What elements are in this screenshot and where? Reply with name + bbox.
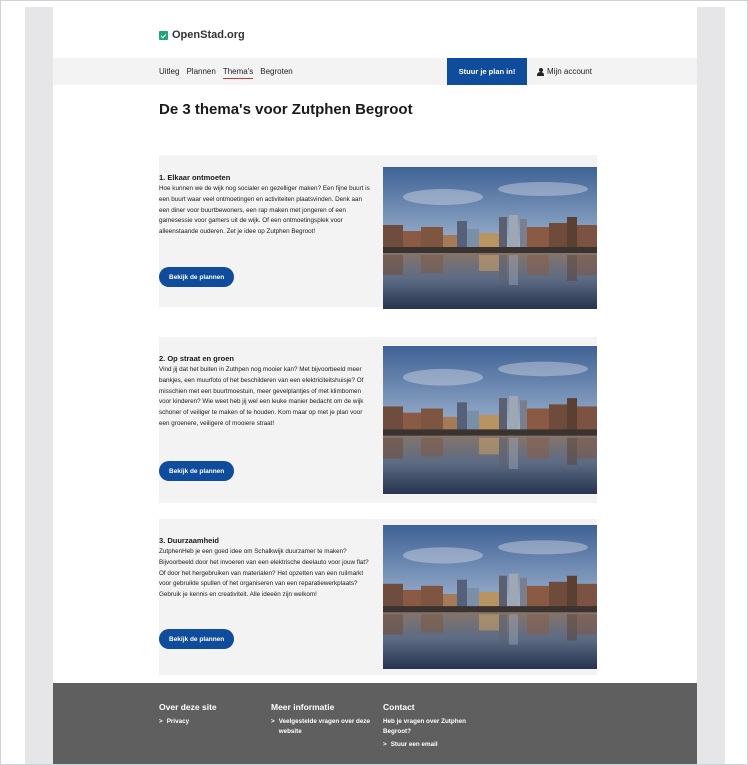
account-label: Mijn account xyxy=(547,67,592,76)
email-link[interactable]: > Stuur een email xyxy=(383,740,483,750)
theme-text: 3. Duurzaamheid ZutphenHeb je een goed i… xyxy=(159,536,373,601)
city-skyline-image xyxy=(383,167,597,309)
view-plans-button[interactable]: Bekijk de plannen xyxy=(159,629,235,649)
theme-description: ZutphenHeb je een goed idee om Schalkwij… xyxy=(159,548,369,599)
view-plans-button[interactable]: Bekijk de plannen xyxy=(159,267,235,287)
browser-frame: OpenStad.org Uitleg Plannen Thema's Begr… xyxy=(0,0,748,765)
footer-heading: Over deze site xyxy=(159,702,217,712)
chevron-right-icon: > xyxy=(383,741,387,748)
nav-link-plannen[interactable]: Plannen xyxy=(186,65,215,78)
city-skyline-image xyxy=(383,346,597,494)
contact-text: Heb je vragen over Zutphen Begroot? xyxy=(383,718,466,735)
theme-card-op-straat-en-groen: 2. Op straat en groen Vind jij dat het b… xyxy=(159,337,597,503)
nav-link-begroten[interactable]: Begroten xyxy=(260,65,292,78)
chevron-right-icon: > xyxy=(271,718,275,725)
nav-link-themas[interactable]: Thema's xyxy=(222,65,254,79)
faq-link[interactable]: > Veelgestelde vragen over deze website xyxy=(271,717,371,736)
theme-description: Hoe kunnen we de wijk nog socialer en ge… xyxy=(159,185,370,236)
theme-text: 1. Elkaar ontmoeten Hoe kunnen we de wij… xyxy=(159,173,373,238)
page-background: OpenStad.org Uitleg Plannen Thema's Begr… xyxy=(25,7,725,764)
theme-photo xyxy=(383,525,597,669)
footer-heading: Contact xyxy=(383,702,415,712)
submit-plan-button[interactable]: Stuur je plan in! xyxy=(447,58,527,85)
theme-description: Vind jij dat het buiten in Zuthpen nog m… xyxy=(159,366,364,427)
theme-text: 2. Op straat en groen Vind jij dat het b… xyxy=(159,354,373,430)
footer-about: Over deze site > Privacy xyxy=(159,702,259,727)
footer-contact: Contact Heb je vragen over Zutphen Begro… xyxy=(383,702,483,750)
page-content: OpenStad.org Uitleg Plannen Thema's Begr… xyxy=(53,7,697,764)
footer-link-label: Veelgestelde vragen over deze website xyxy=(278,718,371,735)
view-plans-button[interactable]: Bekijk de plannen xyxy=(159,461,235,481)
footer-more-info: Meer informatie > Veelgestelde vragen ov… xyxy=(271,702,371,736)
site-footer: Over deze site > Privacy Meer informatie… xyxy=(53,683,697,764)
privacy-link[interactable]: > Privacy xyxy=(159,717,259,727)
theme-photo xyxy=(383,346,597,494)
theme-card-duurzaamheid: 3. Duurzaamheid ZutphenHeb je een goed i… xyxy=(159,519,597,675)
theme-card-elkaar-ontmoeten: 1. Elkaar ontmoeten Hoe kunnen we de wij… xyxy=(159,155,597,309)
theme-title: 3. Duurzaamheid xyxy=(159,536,220,545)
logo-text: OpenStad.org xyxy=(172,29,245,41)
check-square-icon xyxy=(159,30,168,40)
account-link[interactable]: Mijn account xyxy=(537,58,592,85)
footer-heading: Meer informatie xyxy=(271,702,335,712)
site-logo[interactable]: OpenStad.org xyxy=(159,29,245,41)
nav-links: Uitleg Plannen Thema's Begroten xyxy=(159,58,293,85)
footer-link-label: Stuur een email xyxy=(390,741,438,748)
theme-title: 2. Op straat en groen xyxy=(159,354,235,363)
chevron-right-icon: > xyxy=(159,718,163,725)
page-title: De 3 thema's voor Zutphen Begroot xyxy=(159,101,413,118)
footer-link-label: Privacy xyxy=(166,718,190,725)
city-skyline-image xyxy=(383,525,597,669)
main-navigation: Uitleg Plannen Thema's Begroten Stuur je… xyxy=(53,58,697,85)
theme-photo xyxy=(383,167,597,309)
user-icon xyxy=(537,67,544,76)
theme-title: 1. Elkaar ontmoeten xyxy=(159,173,231,182)
nav-link-uitleg[interactable]: Uitleg xyxy=(159,65,179,78)
